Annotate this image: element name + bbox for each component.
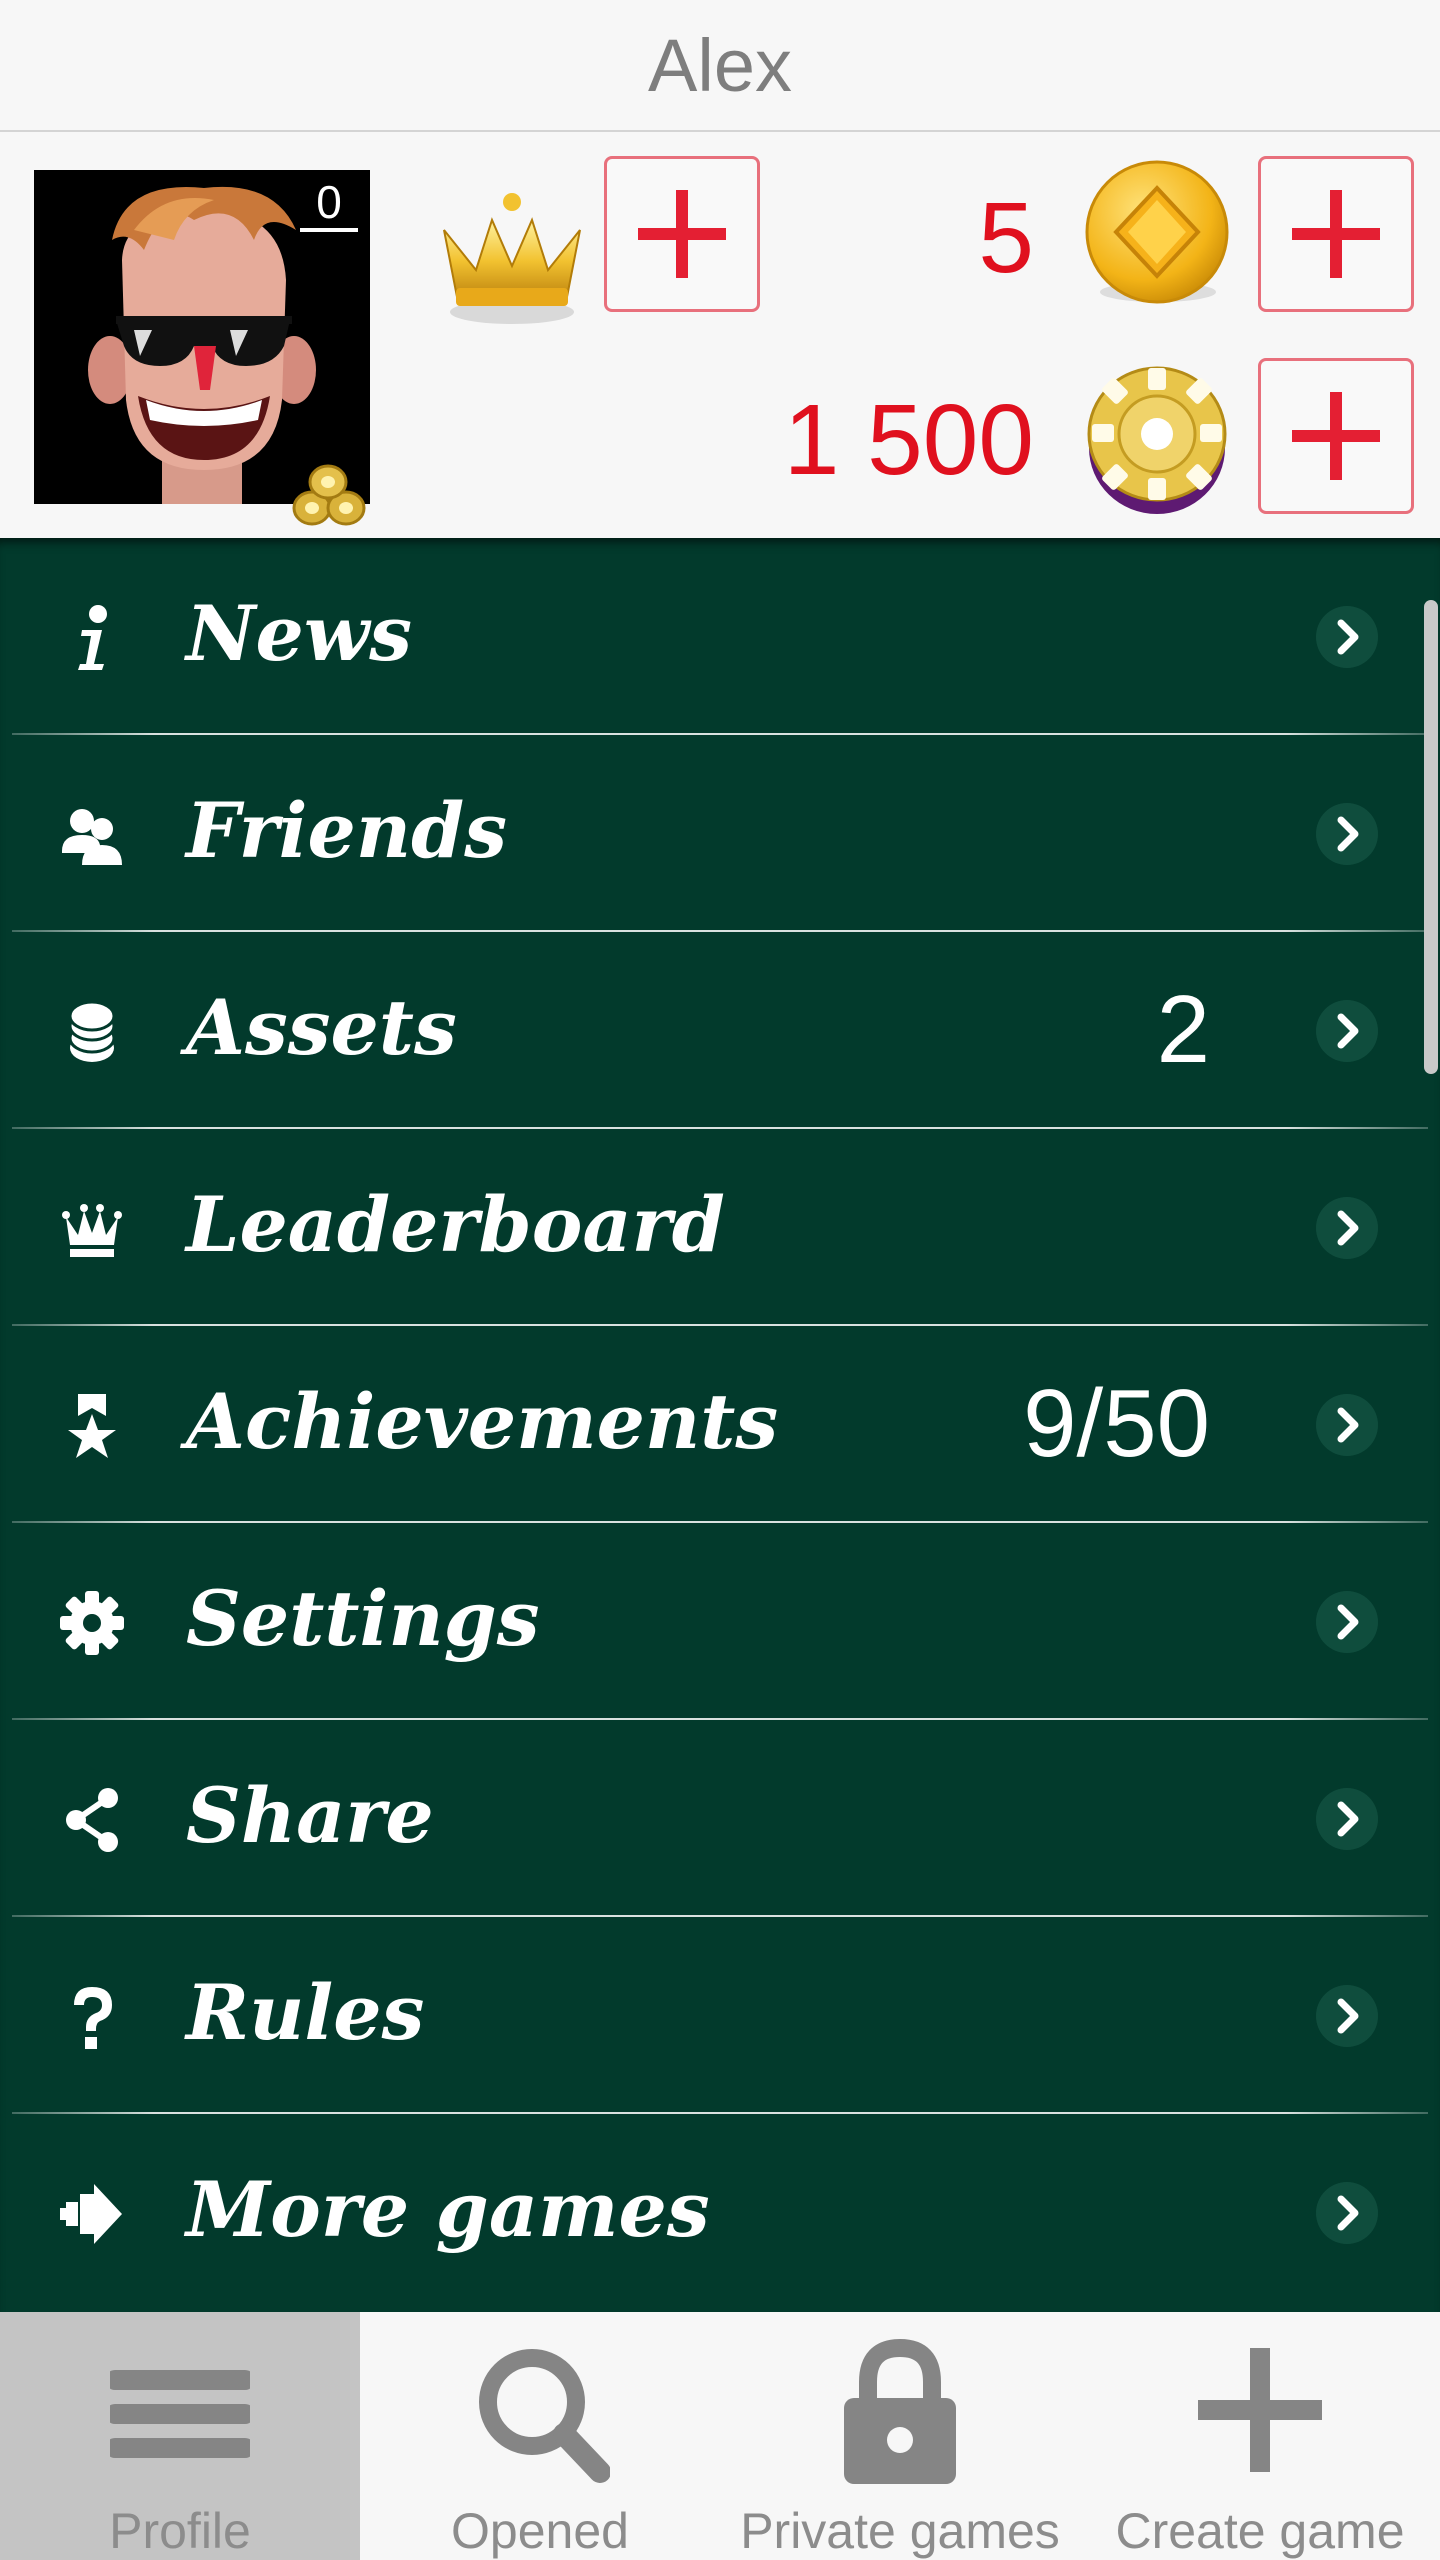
- more-games-icon: [60, 2184, 122, 2244]
- menu-item-label: Assets: [186, 983, 457, 1072]
- medal-icon: [68, 1394, 116, 1458]
- chevron-right-icon: [1316, 803, 1378, 865]
- menu-item-label: Settings: [186, 1574, 540, 1663]
- menu-item-value: 2: [1156, 976, 1210, 1083]
- tab-private-games[interactable]: Private games: [720, 2312, 1080, 2560]
- chevron-right-icon: [1316, 1591, 1378, 1653]
- search-icon: [479, 2349, 610, 2483]
- profile-header: 0 5 1 500: [0, 132, 1440, 538]
- tab-create-game[interactable]: Create game: [1080, 2312, 1440, 2560]
- menu-item-value: 9/50: [1023, 1370, 1210, 1477]
- menu-item-label: Achievements: [186, 1377, 779, 1466]
- chevron-right-icon: [1316, 2182, 1378, 2244]
- chevron-right-icon: [1316, 606, 1378, 668]
- menu-item-label: Share: [186, 1771, 434, 1860]
- info-icon: [78, 605, 107, 670]
- tab-opened[interactable]: Opened: [360, 2312, 720, 2560]
- avatar-level: 0: [300, 176, 358, 232]
- tab-label: Opened: [451, 2503, 629, 2559]
- menu-item-label: Leaderboard: [186, 1180, 725, 1269]
- tab-label: Create game: [1115, 2503, 1405, 2559]
- menu-item-label: Rules: [186, 1968, 425, 2057]
- lock-icon: [844, 2338, 956, 2484]
- gems-count: 5: [978, 182, 1034, 294]
- menu-item-assets[interactable]: Assets 2: [0, 932, 1440, 1129]
- tab-profile[interactable]: Profile: [0, 2312, 360, 2560]
- main-menu: News Friends Assets 2 Leaderboard Achiev…: [0, 538, 1440, 2312]
- avatar[interactable]: 0: [34, 170, 370, 504]
- chevron-right-icon: [1316, 1788, 1378, 1850]
- menu-item-label: News: [186, 589, 413, 678]
- bottom-nav: Profile Opened Private games Create game: [0, 2312, 1440, 2560]
- add-chips-button[interactable]: [1258, 358, 1414, 514]
- plus-icon: [1198, 2348, 1322, 2472]
- menu-item-leaderboard[interactable]: Leaderboard: [0, 1129, 1440, 1326]
- tab-label: Profile: [109, 2503, 251, 2559]
- chevron-right-icon: [1316, 1985, 1378, 2047]
- page-title: Alex: [648, 23, 792, 107]
- menu-item-news[interactable]: News: [0, 538, 1440, 735]
- coins-stack-icon: [68, 1000, 116, 1062]
- add-crowns-button[interactable]: [604, 156, 760, 312]
- menu-item-more-games[interactable]: More games: [0, 2114, 1440, 2311]
- menu-item-rules[interactable]: Rules: [0, 1917, 1440, 2114]
- add-gems-button[interactable]: [1258, 156, 1414, 312]
- tab-label: Private games: [740, 2503, 1060, 2559]
- menu-item-achievements[interactable]: Achievements 9/50: [0, 1326, 1440, 1523]
- menu-icon: [110, 2370, 250, 2458]
- chevron-right-icon: [1316, 1000, 1378, 1062]
- page: Alex 0 5 1 500 News Friends Assets 2 Lea…: [0, 0, 1440, 2560]
- menu-item-friends[interactable]: Friends: [0, 735, 1440, 932]
- gear-icon: [60, 1591, 124, 1655]
- title-bar: Alex: [0, 0, 1440, 132]
- question-icon: [74, 1987, 112, 2049]
- menu-item-settings[interactable]: Settings: [0, 1523, 1440, 1720]
- crown-icon: [62, 1204, 122, 1257]
- crown-icon: [443, 193, 581, 324]
- coins-icon: [292, 464, 366, 526]
- menu-item-label: Friends: [186, 786, 508, 875]
- menu-item-label: More games: [186, 2165, 710, 2254]
- chevron-right-icon: [1316, 1394, 1378, 1456]
- gem-coin-icon: [1085, 160, 1229, 304]
- chevron-right-icon: [1316, 1197, 1378, 1259]
- friends-icon: [62, 809, 122, 865]
- scrollbar-thumb[interactable]: [1424, 600, 1438, 1074]
- chips-count: 1 500: [783, 384, 1034, 496]
- chip-icon: [1087, 366, 1227, 514]
- share-icon: [66, 1788, 118, 1852]
- menu-item-share[interactable]: Share: [0, 1720, 1440, 1917]
